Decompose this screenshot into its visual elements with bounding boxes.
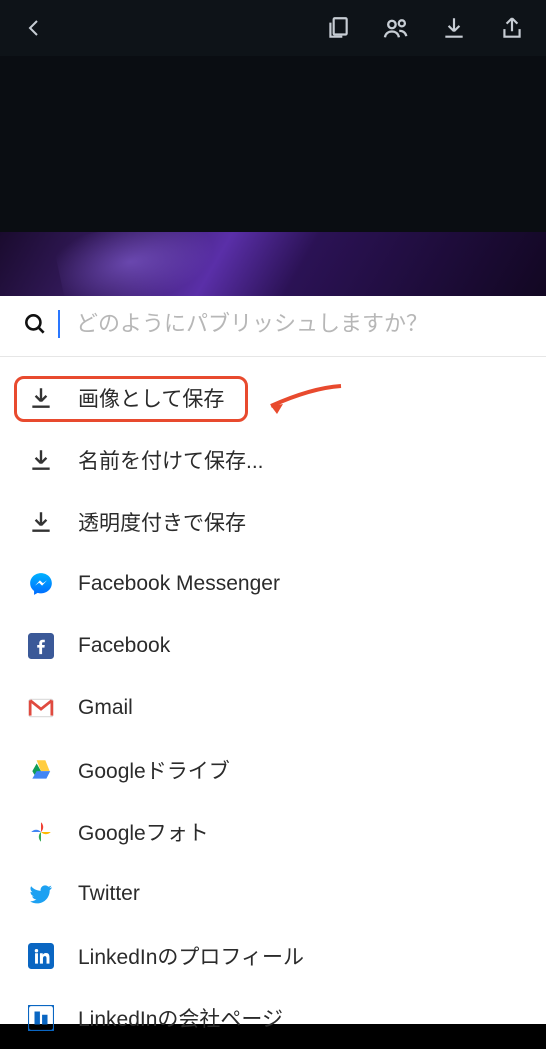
- option-linkedin-profile[interactable]: LinkedInのプロフィール: [0, 925, 546, 987]
- linkedin-icon: [26, 941, 56, 971]
- option-facebook[interactable]: Facebook: [0, 615, 546, 677]
- option-label: Twitter: [78, 882, 140, 906]
- option-label: Googleフォト: [78, 817, 209, 847]
- publish-options-list: 画像として保存 名前を付けて保存... 透明度付きで保存 Facebook Me…: [0, 357, 546, 1049]
- download-icon: [26, 507, 56, 537]
- people-icon[interactable]: [380, 12, 412, 44]
- download-icon: [26, 445, 56, 475]
- option-gphotos[interactable]: Googleフォト: [0, 801, 546, 863]
- messenger-icon: [26, 569, 56, 599]
- gphotos-icon: [26, 817, 56, 847]
- option-label: 透明度付きで保存: [78, 507, 246, 537]
- option-label: 画像として保存: [78, 383, 224, 413]
- option-gmail[interactable]: Gmail: [0, 677, 546, 739]
- search-row: [0, 296, 546, 357]
- option-messenger[interactable]: Facebook Messenger: [0, 553, 546, 615]
- search-input[interactable]: [76, 311, 524, 337]
- text-caret: [58, 310, 60, 338]
- topbar: [0, 0, 546, 56]
- option-label: LinkedInのプロフィール: [78, 941, 304, 971]
- publish-sheet: 画像として保存 名前を付けて保存... 透明度付きで保存 Facebook Me…: [0, 296, 546, 1024]
- search-icon: [22, 311, 48, 337]
- option-save-as[interactable]: 名前を付けて保存...: [0, 429, 546, 491]
- option-label: Facebook Messenger: [78, 572, 280, 596]
- option-label: LinkedInの会社ページ: [78, 1003, 283, 1033]
- option-twitter[interactable]: Twitter: [0, 863, 546, 925]
- share-icon[interactable]: [496, 12, 528, 44]
- gmail-icon: [26, 693, 56, 723]
- option-label: Gmail: [78, 696, 133, 720]
- option-gdrive[interactable]: Googleドライブ: [0, 739, 546, 801]
- back-icon[interactable]: [18, 12, 50, 44]
- option-save-transparent[interactable]: 透明度付きで保存: [0, 491, 546, 553]
- download-top-icon[interactable]: [438, 12, 470, 44]
- duplicate-icon[interactable]: [322, 12, 354, 44]
- facebook-icon: [26, 631, 56, 661]
- twitter-icon: [26, 879, 56, 909]
- option-linkedin-company[interactable]: LinkedInの会社ページ: [0, 987, 546, 1049]
- option-label: Googleドライブ: [78, 755, 230, 785]
- editor-dark-area: [0, 56, 546, 232]
- gdrive-icon: [26, 755, 56, 785]
- option-label: 名前を付けて保存...: [78, 445, 264, 475]
- linkedin-company-icon: [26, 1003, 56, 1033]
- option-save-as-image[interactable]: 画像として保存: [0, 367, 546, 429]
- download-icon: [26, 383, 56, 413]
- option-label: Facebook: [78, 634, 170, 658]
- canvas-preview: [0, 232, 546, 296]
